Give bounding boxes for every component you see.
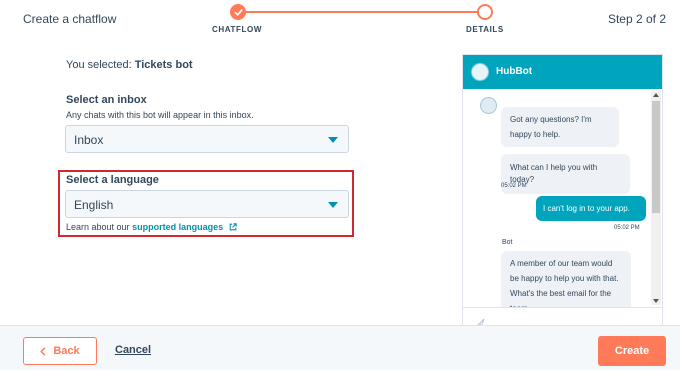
chat-preview: HubBot Got any questions? I'm happy to h…: [462, 54, 663, 334]
back-button[interactable]: Back: [23, 337, 97, 365]
wizard-header: Create a chatflow CHATFLOW DETAILS Step …: [0, 0, 680, 44]
cancel-button[interactable]: Cancel: [115, 344, 151, 356]
inbox-section-title: Select an inbox: [66, 94, 147, 106]
message-timestamp: 05:02 PM: [501, 183, 527, 189]
bot-avatar-icon: [480, 97, 497, 114]
message-sender: Bot: [502, 239, 513, 246]
chat-message-bot: Got any questions? I'm happy to help.: [501, 107, 619, 147]
scroll-down-icon[interactable]: [653, 299, 659, 303]
scroll-up-icon[interactable]: [653, 93, 659, 97]
external-link-icon[interactable]: [229, 223, 237, 231]
bot-avatar-icon: [471, 63, 489, 81]
language-dropdown[interactable]: English: [65, 190, 349, 218]
chat-header: HubBot: [463, 55, 662, 89]
chevron-down-icon: [328, 137, 338, 143]
learn-prefix: Learn about our: [66, 222, 130, 232]
inbox-help-text: Any chats with this bot will appear in t…: [66, 110, 254, 120]
inbox-dropdown-value: Inbox: [74, 133, 104, 147]
inbox-dropdown[interactable]: Inbox: [65, 125, 349, 153]
chat-message-bot: A member of our team would be happy to h…: [501, 251, 631, 307]
wizard-footer: Back Cancel Create: [0, 325, 680, 370]
step-chatflow-label[interactable]: CHATFLOW: [212, 25, 262, 34]
page-title: Create a chatflow: [23, 12, 117, 26]
message-timestamp: 05:02 PM: [614, 225, 640, 231]
back-button-label: Back: [53, 345, 80, 357]
chevron-left-icon: [40, 346, 46, 356]
language-dropdown-value: English: [74, 198, 114, 212]
step-current-icon: [477, 4, 493, 20]
step-complete-check-icon[interactable]: [230, 4, 246, 20]
chat-message-user: I can't log in to your app.: [536, 196, 646, 221]
chat-title: HubBot: [496, 66, 533, 77]
chat-scrollbar[interactable]: [651, 91, 661, 305]
selected-prefix: You selected:: [66, 59, 132, 71]
language-section-title: Select a language: [66, 174, 159, 186]
learn-languages-line: Learn about our supported languages: [66, 222, 237, 232]
chevron-down-icon: [328, 202, 338, 208]
create-button[interactable]: Create: [598, 336, 666, 366]
scroll-thumb[interactable]: [652, 101, 660, 213]
supported-languages-link[interactable]: supported languages: [132, 222, 223, 232]
step-counter: Step 2 of 2: [607, 12, 666, 26]
selected-bot-name: Tickets bot: [134, 59, 193, 71]
step-details-label: DETAILS: [466, 25, 504, 34]
stepper-progress-line: [238, 11, 485, 13]
selected-bot-line: You selected: Tickets bot: [66, 59, 193, 71]
